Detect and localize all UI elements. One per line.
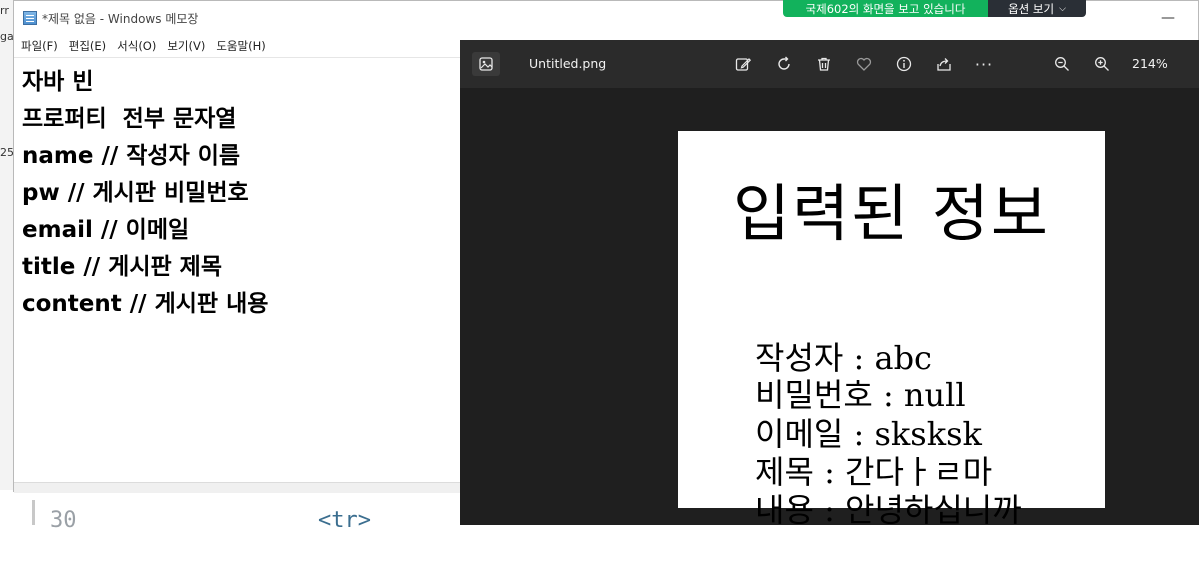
- menu-edit[interactable]: 편집(E): [69, 38, 106, 54]
- background-gutter-bar: [32, 500, 35, 525]
- menu-file[interactable]: 파일(F): [21, 38, 58, 54]
- text-line: pw // 게시판 비밀번호: [22, 180, 249, 206]
- text-line: 프로퍼티 전부 문자열: [22, 106, 237, 132]
- rotate-icon[interactable]: [772, 52, 796, 76]
- notepad-window-title: *제목 없음 - Windows 메모장: [42, 11, 199, 26]
- viewer-toolbar: Untitled.png ··· 214%: [460, 40, 1199, 88]
- chevron-down-icon: ⌵: [1059, 3, 1066, 14]
- zoom-out-icon[interactable]: [1050, 52, 1074, 76]
- gallery-icon[interactable]: [472, 52, 500, 76]
- image-row-value: 안녕하십니까: [845, 491, 1022, 529]
- bg-fragment: ga: [0, 30, 14, 43]
- share-icon[interactable]: [932, 52, 956, 76]
- image-row: 내용 : 안녕하십니까: [694, 447, 1022, 569]
- horizontal-scrollbar[interactable]: [14, 482, 461, 493]
- favorite-icon[interactable]: [852, 52, 876, 76]
- minimize-button[interactable]: —: [1158, 11, 1178, 25]
- screen-share-banner: 국제602의 화면을 보고 있습니다: [783, 0, 988, 17]
- text-line: 자바 빈: [22, 69, 94, 95]
- image-title: 입력된 정보: [733, 177, 1050, 250]
- notepad-app-icon: [23, 11, 37, 25]
- image-row-separator: :: [813, 491, 846, 529]
- zoom-in-icon[interactable]: [1090, 52, 1114, 76]
- menu-help[interactable]: 도움말(H): [216, 38, 265, 54]
- background-code-text: <tr>: [318, 508, 371, 533]
- edit-icon[interactable]: [731, 52, 755, 76]
- text-line: content // 게시판 내용: [22, 291, 269, 317]
- view-options-button[interactable]: 옵션 보기 ⌵: [988, 0, 1086, 17]
- menu-format[interactable]: 서식(O): [117, 38, 156, 54]
- info-icon[interactable]: [892, 52, 916, 76]
- more-icon[interactable]: ···: [972, 52, 996, 76]
- image-row-label: 내용: [755, 491, 814, 529]
- notepad-text-area[interactable]: 자바 빈 프로퍼티 전부 문자열 name // 작성자 이름 pw // 게시…: [14, 57, 461, 482]
- text-line: name // 작성자 이름: [22, 143, 241, 169]
- background-left-strip: rr ga 25: [0, 0, 14, 525]
- screen-share-text: 국제602의 화면을 보고 있습니다: [805, 1, 966, 16]
- delete-icon[interactable]: [812, 52, 836, 76]
- text-line: email // 이메일: [22, 217, 190, 243]
- view-options-label: 옵션 보기: [1008, 1, 1055, 16]
- text-line: title // 게시판 제목: [22, 254, 222, 280]
- displayed-image: 입력된 정보 작성자 : abc 비밀번호 : null 이메일 : sksks…: [678, 131, 1105, 529]
- bg-fragment: rr: [0, 4, 9, 17]
- menu-view[interactable]: 보기(V): [167, 38, 205, 54]
- image-filename: Untitled.png: [529, 56, 607, 71]
- zoom-level: 214%: [1132, 56, 1168, 71]
- bg-fragment: 25: [0, 146, 14, 159]
- photo-viewer-window[interactable]: Untitled.png ··· 214% 입력된 정보 작성자: abc 비…: [460, 40, 1199, 529]
- background-line-number: 30: [50, 508, 77, 533]
